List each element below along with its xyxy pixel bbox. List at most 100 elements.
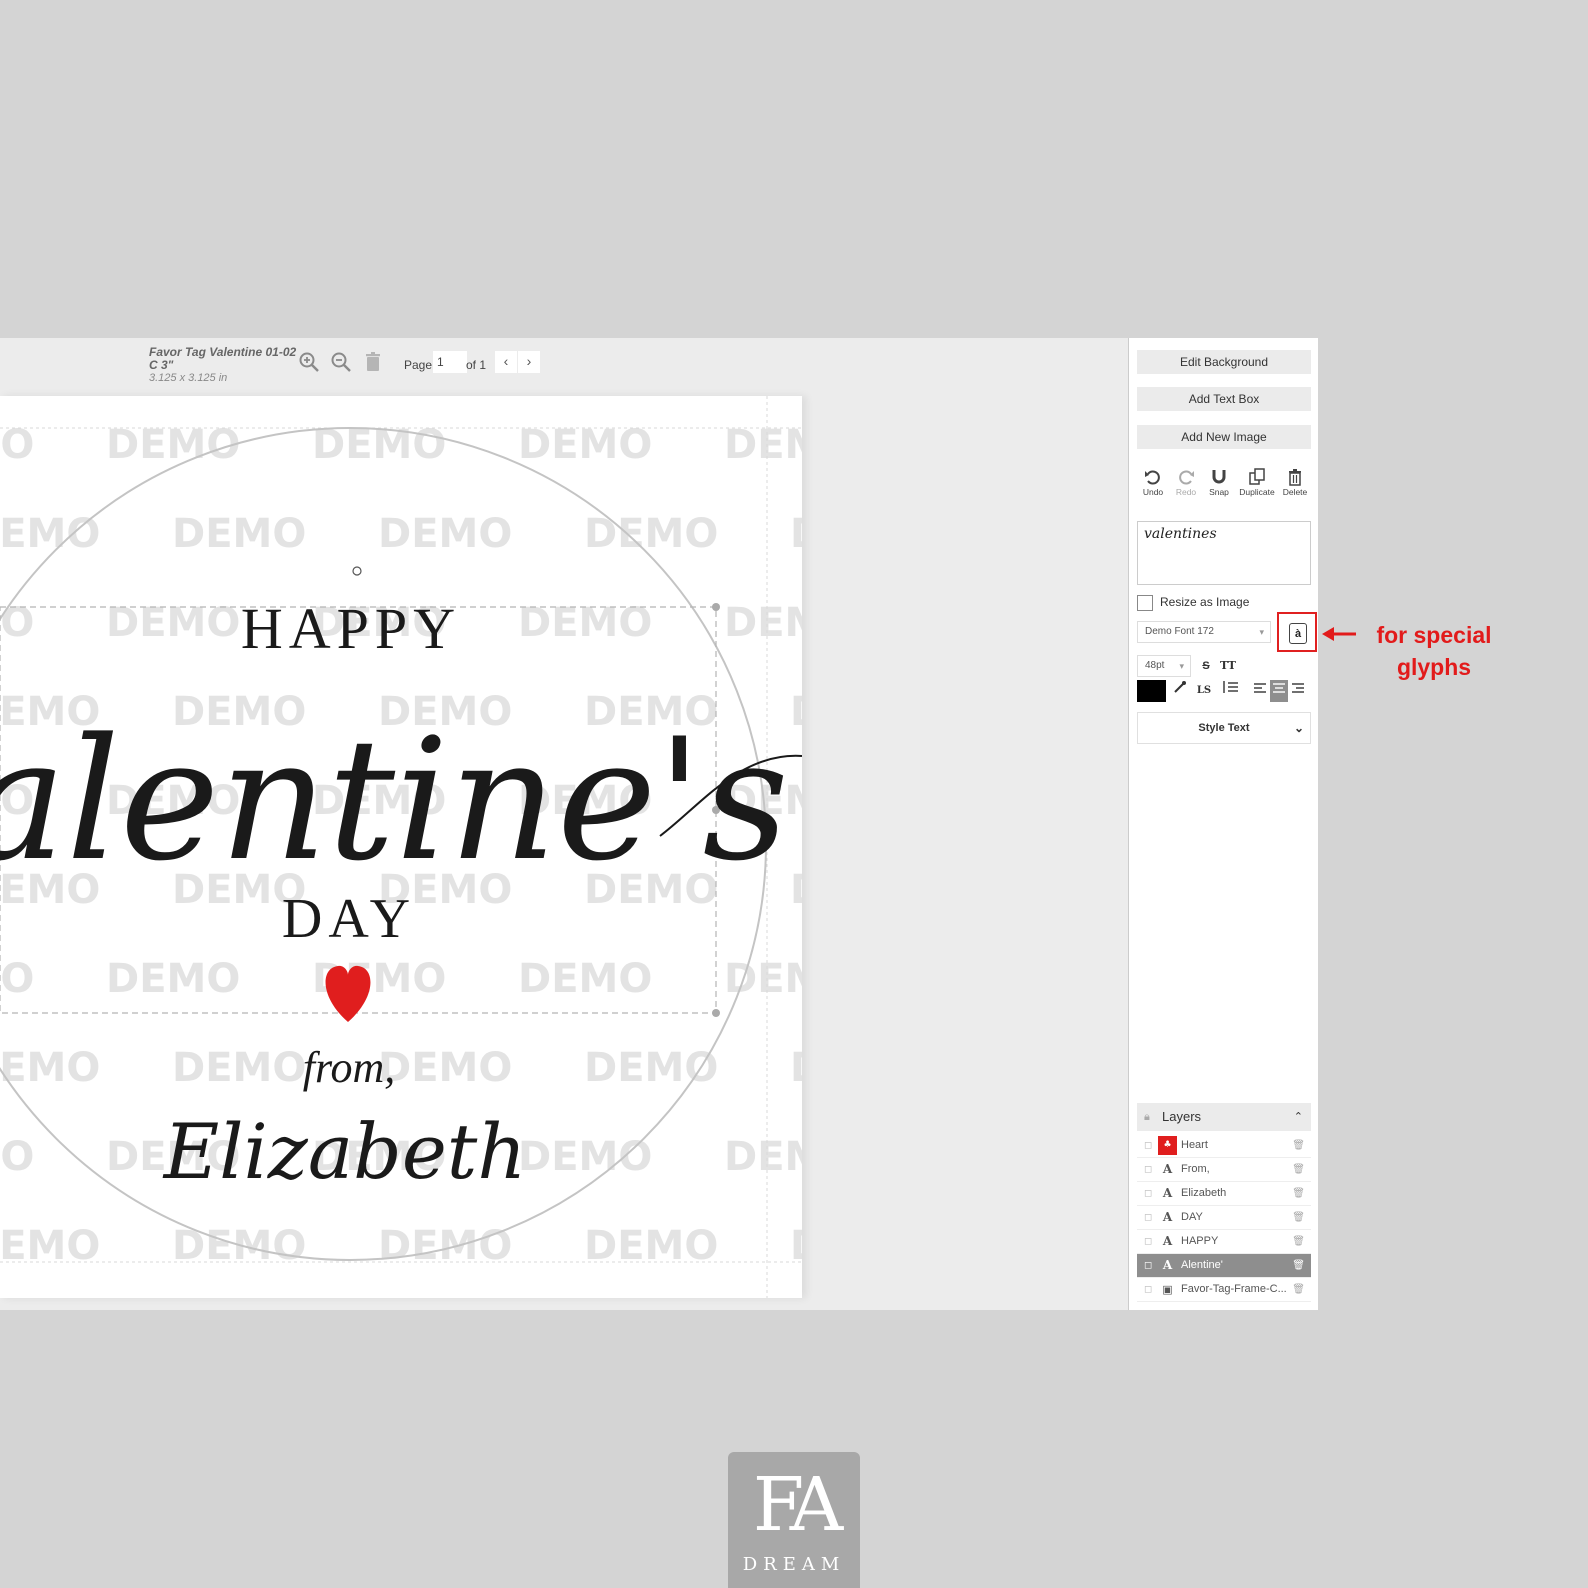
trash-icon[interactable]: 🗑︎ [1292, 1182, 1305, 1205]
unlock-icon[interactable]: ◻ [1144, 1158, 1152, 1181]
font-family-select[interactable]: Demo Font 172 ▾ [1137, 621, 1271, 643]
text-preview-box[interactable]: valentines [1137, 521, 1311, 585]
snap-button[interactable]: Snap [1203, 468, 1235, 497]
next-page-button[interactable]: › [518, 351, 540, 373]
unlock-icon[interactable]: ◻ [1144, 1230, 1152, 1253]
all-caps-button[interactable]: TT [1218, 655, 1238, 677]
demo-watermark-text: DEMO [584, 511, 718, 557]
editor-app: Favor Tag Valentine 01-02 C 3" 3.125 x 3… [0, 338, 1318, 1310]
demo-watermark-text: DEMO [724, 600, 802, 646]
valentines-text[interactable]: valentine's [0, 702, 789, 898]
align-center-icon [1273, 683, 1285, 693]
edit-background-button[interactable]: Edit Background [1137, 350, 1311, 374]
top-toolbar: Favor Tag Valentine 01-02 C 3" 3.125 x 3… [0, 338, 1128, 396]
logo-mark: FA [752, 1462, 843, 1548]
demo-watermark-text: DEMO [790, 511, 802, 557]
line-height-icon [1223, 681, 1238, 693]
rotate-handle[interactable] [352, 566, 362, 576]
prev-page-button[interactable]: ‹ [495, 351, 517, 373]
page-number-input[interactable] [433, 351, 467, 373]
demo-watermark-text: DEMO [378, 1045, 512, 1091]
layer-row[interactable]: ◻ A From, 🗑︎ [1137, 1158, 1311, 1182]
canvas-artwork: DEMODEMODEMODEMODEMODEMODEMODEMODEMODEMO… [0, 396, 802, 1298]
demo-watermark-text: DEMO [724, 1134, 802, 1180]
layer-row-active[interactable]: ◻ A Alentine' 🗑︎ [1137, 1254, 1311, 1278]
annotation-arrow [1322, 627, 1356, 641]
trash-icon[interactable]: 🗑︎ [1292, 1134, 1305, 1157]
font-size-select[interactable]: 48pt ▾ [1137, 655, 1191, 677]
magnet-icon [1212, 470, 1226, 484]
chevron-up-icon[interactable]: ⌃ [1294, 1103, 1303, 1131]
demo-watermark-text: DEMO [106, 956, 240, 1002]
layer-row[interactable]: ◻ A Elizabeth 🗑︎ [1137, 1182, 1311, 1206]
unlock-icon[interactable]: ◻ [1144, 1134, 1152, 1157]
duplicate-button[interactable]: Duplicate [1236, 468, 1278, 497]
resize-handle[interactable] [712, 1009, 720, 1017]
resize-as-image-checkbox[interactable] [1137, 595, 1153, 611]
letter-spacing-button[interactable]: LS [1192, 680, 1216, 702]
special-glyphs-button[interactable]: à [1277, 612, 1317, 652]
layer-row[interactable]: ◻ ♣ Heart 🗑︎ [1137, 1134, 1311, 1158]
align-left-button[interactable] [1251, 680, 1269, 702]
trash-icon[interactable]: 🗑︎ [1292, 1278, 1305, 1301]
page-count: of 1 [466, 358, 487, 372]
layers-title: Layers [1162, 1109, 1202, 1124]
zoom-in-icon[interactable] [297, 350, 321, 374]
document-title: Favor Tag Valentine 01-02 C 3" [149, 345, 297, 372]
text-type-icon: A [1162, 1210, 1173, 1224]
trash-icon[interactable]: 🗑︎ [1292, 1230, 1305, 1253]
unlock-icon[interactable]: ◻ [1144, 1278, 1152, 1301]
name-text[interactable]: Elizabeth [162, 1107, 527, 1196]
day-text[interactable]: DAY [282, 888, 416, 950]
strikethrough-icon: S [1202, 660, 1210, 672]
trash-icon[interactable]: 🗑︎ [1292, 1158, 1305, 1181]
trash-icon[interactable] [361, 350, 385, 374]
layer-row[interactable]: ◻ ▣ Favor-Tag-Frame-C... 🗑︎ [1137, 1278, 1311, 1302]
happy-text[interactable]: HAPPY [241, 596, 461, 661]
all-caps-icon: TT [1220, 659, 1236, 672]
add-new-image-button[interactable]: Add New Image [1137, 425, 1311, 449]
trash-icon[interactable]: 🗑︎ [1292, 1254, 1305, 1277]
text-type-icon: A [1162, 1186, 1173, 1200]
demo-watermark-text: DEMO [378, 511, 512, 557]
align-left-icon [1254, 683, 1266, 693]
resize-handle[interactable] [712, 603, 720, 611]
layer-row[interactable]: ◻ A DAY 🗑︎ [1137, 1206, 1311, 1230]
add-text-box-button[interactable]: Add Text Box [1137, 387, 1311, 411]
style-text-dropdown[interactable]: Style Text ⌄ [1137, 712, 1311, 744]
demo-watermark-text: DEMO [0, 1045, 100, 1091]
redo-button[interactable]: Redo [1170, 468, 1202, 497]
align-right-icon [1292, 683, 1304, 693]
design-canvas[interactable]: DEMODEMODEMODEMODEMODEMODEMODEMODEMODEMO… [0, 396, 802, 1298]
align-right-button[interactable] [1289, 680, 1307, 702]
demo-watermark-text: DEMO [724, 422, 802, 468]
edit-tools: Undo Redo Snap Duplicate Delete [1137, 468, 1313, 508]
undo-button[interactable]: Undo [1137, 468, 1169, 497]
demo-watermark-text: DEMO [790, 867, 802, 913]
unlock-icon[interactable]: ◻ [1144, 1206, 1152, 1229]
unlock-icon[interactable]: ◻ [1144, 1182, 1152, 1205]
brand-logo: FA DREAM [728, 1452, 860, 1588]
letter-spacing-icon: LS [1196, 685, 1212, 696]
strikethrough-button[interactable]: S [1196, 655, 1216, 677]
text-type-icon: A [1162, 1234, 1173, 1248]
document-size: 3.125 x 3.125 in [149, 372, 228, 384]
demo-watermark-text: DEMO [0, 956, 34, 1002]
demo-watermark-text: DEMO [724, 956, 802, 1002]
trash-icon[interactable]: 🗑︎ [1292, 1206, 1305, 1229]
line-height-button[interactable] [1219, 680, 1241, 702]
layers-header[interactable]: 🔒︎ Layers ⌃ [1137, 1103, 1311, 1131]
demo-watermark-text: DEMO [0, 1134, 34, 1180]
demo-watermark-text: DEMO [790, 1045, 802, 1091]
layer-row[interactable]: ◻ A HAPPY 🗑︎ [1137, 1230, 1311, 1254]
text-color-swatch[interactable] [1137, 680, 1166, 702]
demo-watermark-text: DEMO [584, 1045, 718, 1091]
zoom-out-icon[interactable] [329, 350, 353, 374]
eyedropper-button[interactable] [1170, 680, 1190, 702]
delete-button[interactable]: Delete [1279, 468, 1311, 497]
from-text[interactable]: from, [303, 1043, 396, 1092]
trash-icon [1289, 469, 1301, 486]
unlock-icon[interactable]: ◻ [1144, 1254, 1152, 1277]
align-center-button[interactable] [1270, 680, 1288, 702]
properties-panel: Edit Background Add Text Box Add New Ima… [1128, 338, 1318, 1310]
